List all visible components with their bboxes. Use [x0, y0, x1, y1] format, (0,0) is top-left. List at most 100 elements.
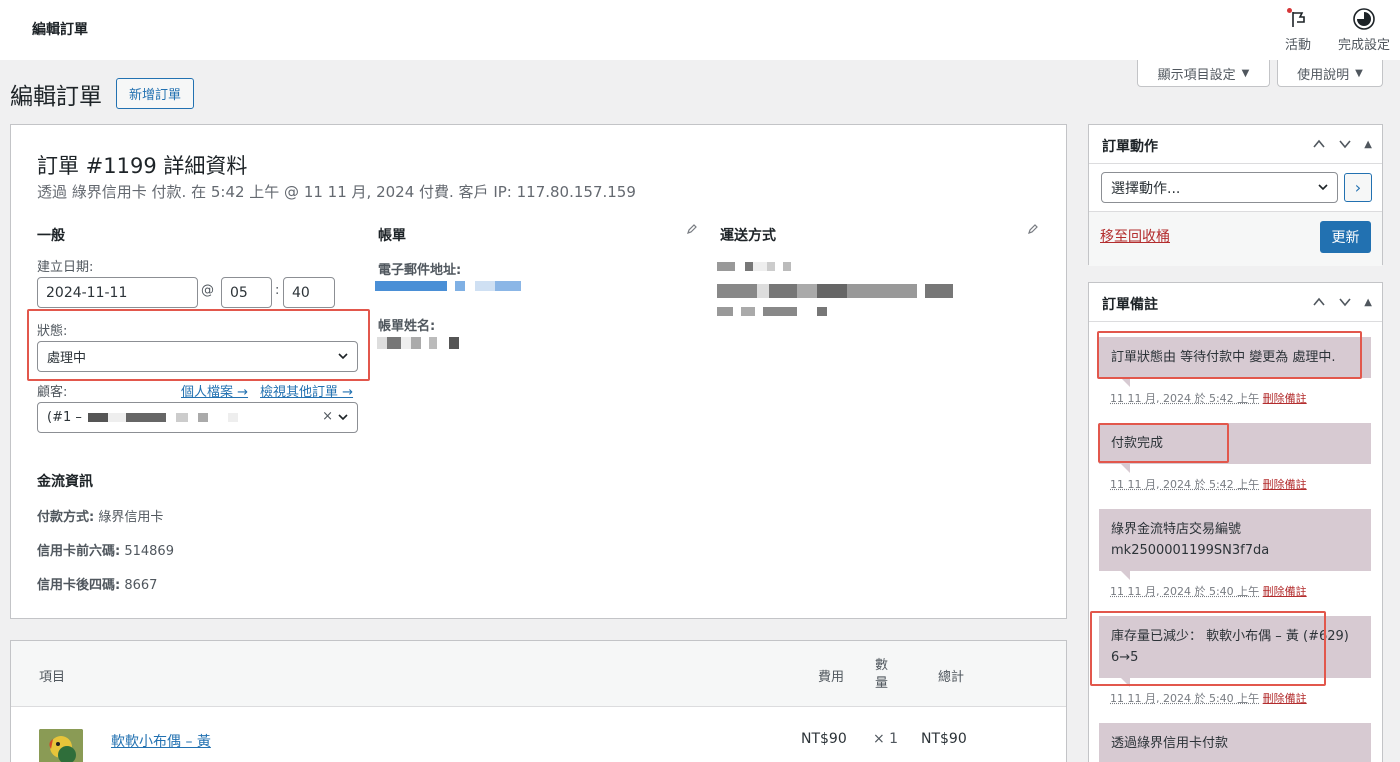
help-label: 使用說明	[1297, 67, 1350, 83]
customer-prefix: (#1 –	[47, 410, 82, 425]
finish-setup-button[interactable]: 完成設定	[1334, 6, 1394, 53]
order-hour-input[interactable]: 05	[221, 277, 272, 308]
move-to-trash-link[interactable]: 移至回收桶	[1100, 226, 1170, 246]
chevron-up-icon[interactable]	[1312, 295, 1326, 309]
card-first6-value: 514869	[124, 544, 174, 559]
page-title: 編輯訂單	[10, 84, 102, 110]
email-label: 電子郵件地址:	[378, 263, 462, 278]
clear-icon[interactable]: ×	[322, 409, 333, 424]
at-sign: @	[201, 283, 214, 298]
order-subheading: 透過 綠界信用卡 付款. 在 5:42 上午 @ 11 11 月, 2024 付…	[37, 183, 636, 201]
chevron-down-icon[interactable]	[1338, 137, 1352, 151]
progress-circle-icon	[1353, 8, 1375, 30]
status-highlight-box	[27, 309, 370, 381]
order-note: 綠界金流特店交易編號 mk2500001199SN3f7da	[1099, 509, 1371, 580]
payment-method-line: 付款方式: 綠界信用卡	[37, 506, 163, 525]
order-minute-input[interactable]: 40	[283, 277, 335, 308]
col-total-header: 總計	[938, 670, 965, 685]
note-date: 11 11 月, 2024 於 5:40 上午	[1110, 692, 1260, 705]
note-meta: 11 11 月, 2024 於 5:40 上午 刪除備註	[1110, 690, 1307, 706]
delete-note-link[interactable]: 刪除備註	[1263, 478, 1307, 491]
note-highlight-box	[1098, 423, 1229, 463]
add-new-order-button[interactable]: 新增訂單	[116, 78, 194, 109]
note-date: 11 11 月, 2024 於 5:42 上午	[1110, 392, 1260, 405]
shipping-heading: 運送方式	[720, 228, 776, 244]
order-details-panel: 訂單 #1199 詳細資料 透過 綠界信用卡 付款. 在 5:42 上午 @ 1…	[10, 124, 1067, 619]
order-items-panel: 項目 費用 數量 總計 軟軟小布偶 – 黃 NT$90 × 1 NT$90	[10, 640, 1067, 762]
col-cost-header: 費用	[818, 670, 845, 685]
order-actions-title: 訂單動作	[1102, 139, 1158, 155]
product-thumbnail	[39, 729, 83, 762]
box-controls: ▲	[1312, 295, 1372, 309]
note-date: 11 11 月, 2024 於 5:42 上午	[1110, 478, 1260, 491]
triangle-down-icon: ▼	[1355, 67, 1363, 79]
created-date-label: 建立日期:	[37, 260, 94, 275]
note-meta: 11 11 月, 2024 於 5:40 上午 刪除備註	[1110, 583, 1307, 599]
payment-method-value: 綠界信用卡	[98, 510, 164, 525]
order-date-input[interactable]: 2024-11-11	[37, 277, 198, 308]
card-last4-line: 信用卡後四碼: 8667	[37, 574, 157, 593]
activity-label: 活動	[1284, 38, 1311, 53]
screen-options-label: 顯示項目設定	[1157, 67, 1236, 83]
item-total: NT$90	[921, 731, 967, 747]
note-highlight-box	[1090, 611, 1326, 686]
delete-note-link[interactable]: 刪除備註	[1263, 585, 1307, 598]
delete-note-link[interactable]: 刪除備註	[1263, 392, 1307, 405]
toggle-panel-icon[interactable]: ▲	[1364, 139, 1372, 150]
toggle-panel-icon[interactable]: ▲	[1364, 297, 1372, 308]
order-heading: 訂單 #1199 詳細資料	[37, 154, 248, 178]
item-name-link[interactable]: 軟軟小布偶 – 黃	[111, 731, 211, 751]
box-controls: ▲	[1312, 137, 1372, 151]
note-text: 綠界金流特店交易編號 mk2500001199SN3f7da	[1111, 522, 1270, 558]
note-meta: 11 11 月, 2024 於 5:42 上午 刪除備註	[1110, 390, 1307, 406]
customer-profile-link[interactable]: 個人檔案 →	[181, 381, 248, 400]
col-qty-header: 數量	[875, 658, 889, 691]
item-qty: × 1	[873, 731, 899, 747]
order-action-placeholder: 選擇動作...	[1111, 180, 1181, 197]
activity-button[interactable]: 活動	[1280, 6, 1316, 53]
help-button[interactable]: 使用說明 ▼	[1277, 60, 1383, 87]
triangle-down-icon: ▼	[1241, 67, 1250, 79]
note-text: 透過綠界信用卡付款	[1111, 736, 1229, 751]
order-notes-title: 訂單備註	[1102, 297, 1158, 313]
delete-note-link[interactable]: 刪除備註	[1263, 692, 1307, 705]
screen-options-button[interactable]: 顯示項目設定 ▼	[1137, 60, 1270, 87]
edit-shipping-icon[interactable]	[1027, 223, 1039, 235]
notification-dot	[1287, 8, 1292, 13]
items-table-header: 項目 費用 數量 總計	[11, 641, 1066, 707]
apply-action-button[interactable]: ›	[1344, 173, 1372, 202]
redacted-shipping-line-3	[717, 307, 827, 316]
card-first6-label: 信用卡前六碼:	[37, 544, 121, 559]
header-title: 編輯訂單	[32, 22, 88, 38]
chevron-up-icon[interactable]	[1312, 137, 1326, 151]
view-other-orders-link[interactable]: 檢視其他訂單 →	[260, 381, 353, 400]
update-order-button[interactable]: 更新	[1320, 221, 1371, 253]
customer-label: 顧客:	[37, 385, 68, 400]
chevron-down-icon[interactable]	[1338, 295, 1352, 309]
card-first6-line: 信用卡前六碼: 514869	[37, 540, 174, 559]
billing-heading: 帳單	[378, 228, 406, 244]
finish-setup-label: 完成設定	[1337, 38, 1390, 53]
redacted-billing-name	[377, 337, 459, 349]
col-item-header: 項目	[39, 670, 66, 685]
order-action-select[interactable]: 選擇動作...	[1101, 172, 1338, 203]
redacted-shipping-line-2	[717, 284, 953, 298]
redacted-email	[375, 281, 521, 291]
payment-method-label: 付款方式:	[37, 510, 95, 525]
chevron-down-icon	[338, 414, 348, 421]
general-heading: 一般	[37, 228, 65, 244]
time-colon: :	[275, 283, 280, 298]
item-cost: NT$90	[801, 731, 847, 747]
order-actions-box: 訂單動作 ▲ 選擇動作... › 移至回收桶 更新	[1088, 124, 1383, 266]
top-header: 編輯訂單 活動 完成設定	[0, 0, 1400, 60]
order-actions-footer: 移至回收桶 更新	[1089, 211, 1382, 266]
card-last4-label: 信用卡後四碼:	[37, 578, 121, 593]
order-note: 透過綠界信用卡付款	[1099, 723, 1371, 762]
note-highlight-box	[1097, 331, 1362, 379]
billing-name-label: 帳單姓名:	[378, 319, 436, 334]
redacted-shipping-line-1	[717, 262, 791, 271]
customer-select[interactable]: (#1 – ×	[37, 402, 358, 433]
edit-billing-icon[interactable]	[686, 223, 698, 235]
redacted-customer-name	[87, 413, 238, 422]
note-date: 11 11 月, 2024 於 5:40 上午	[1110, 585, 1260, 598]
